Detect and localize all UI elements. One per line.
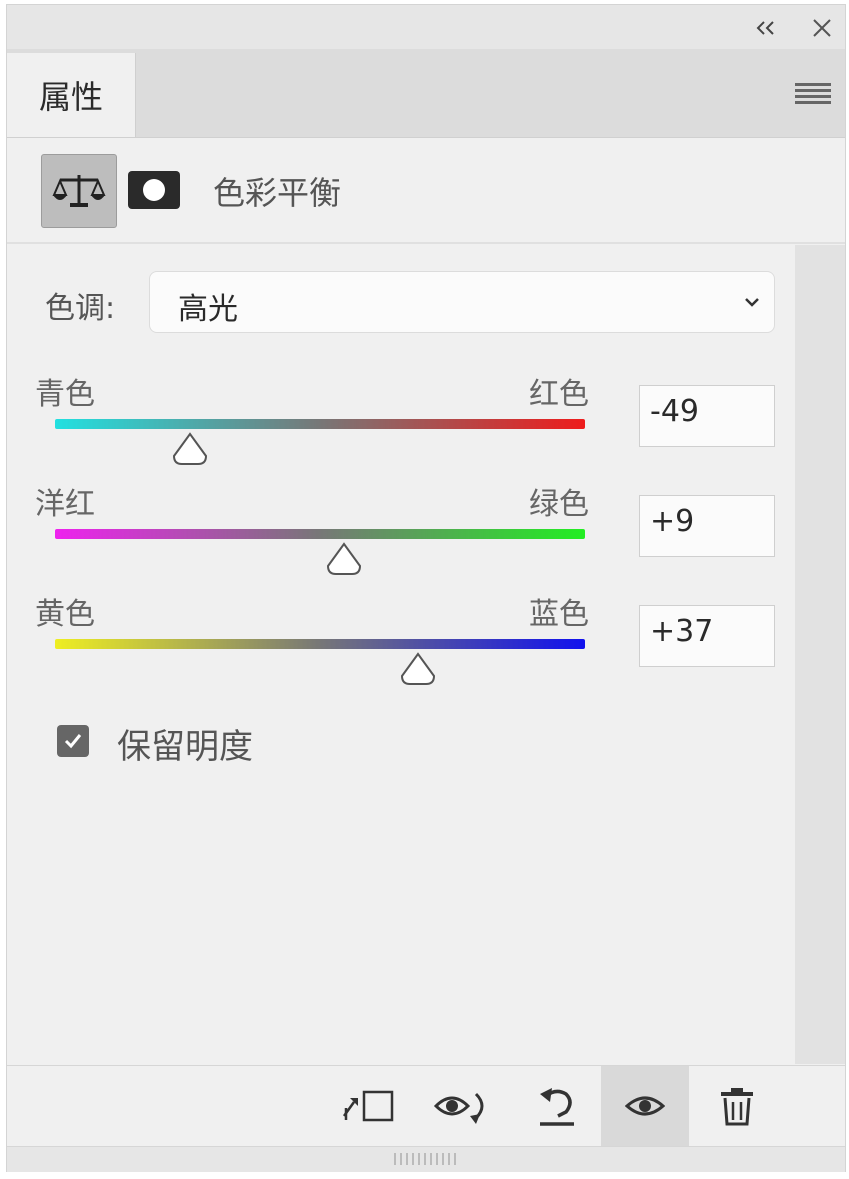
tab-properties[interactable]: 属性 [7, 53, 136, 137]
panel-titlebar [7, 5, 845, 49]
preserve-luminosity-label: 保留明度 [117, 727, 253, 767]
cyan-red-slider-track[interactable] [55, 419, 585, 429]
tone-selected-value: 高光 [178, 292, 238, 327]
collapse-button[interactable] [749, 11, 783, 45]
slider-cyan-label: 青色 [35, 377, 95, 412]
mask-icon [128, 171, 180, 209]
reset-button[interactable] [513, 1066, 601, 1146]
slider-magenta-label: 洋红 [35, 487, 95, 522]
clip-to-layer-button[interactable] [325, 1066, 413, 1146]
chevron-down-icon [745, 298, 759, 307]
balance-scale-icon [52, 175, 106, 207]
magenta-green-slider-thumb[interactable] [324, 542, 364, 576]
tone-dropdown[interactable]: 高光 [149, 271, 775, 333]
close-icon [813, 19, 831, 37]
cyan-red-value-input[interactable]: -49 [639, 385, 775, 447]
slider-red-label: 红色 [529, 377, 589, 412]
delete-trash-icon [721, 1088, 753, 1126]
cyan-red-slider-thumb[interactable] [170, 432, 210, 466]
panel-resize-bar[interactable] [7, 1146, 845, 1172]
tab-bar: 属性 [7, 49, 845, 138]
yellow-blue-slider-track[interactable] [55, 639, 585, 649]
slider-yellow-label: 黄色 [35, 597, 95, 632]
adjustment-settings-button[interactable] [41, 154, 117, 228]
adjustment-title: 色彩平衡 [213, 174, 342, 212]
visibility-eye-icon [625, 1096, 665, 1116]
reset-icon [540, 1088, 574, 1126]
resize-grip-icon[interactable] [394, 1153, 460, 1165]
slider-green-label: 绿色 [529, 487, 589, 522]
yellow-blue-slider-thumb[interactable] [398, 652, 438, 686]
scrollbar-track[interactable] [795, 245, 845, 1064]
view-previous-state-button[interactable] [419, 1066, 507, 1146]
clip-to-layer-icon [342, 1090, 394, 1122]
mask-settings-button[interactable] [127, 170, 181, 210]
magenta-green-slider-track[interactable] [55, 529, 585, 539]
footer-toolbar [7, 1065, 845, 1146]
view-previous-state-icon [433, 1092, 484, 1124]
hamburger-menu-icon [795, 83, 831, 104]
checkmark-icon [64, 734, 82, 749]
preserve-luminosity-checkbox[interactable] [57, 725, 89, 757]
slider-blue-label: 蓝色 [529, 597, 589, 632]
visibility-toggle-button[interactable] [601, 1066, 689, 1146]
double-chevron-left-icon [756, 21, 774, 35]
tab-properties-label: 属性 [38, 78, 103, 116]
properties-panel: 属性 色彩平衡 色调: 高光 青色 红色 -49 洋红 绿色 +9 黄色 蓝色 … [6, 4, 846, 1172]
yellow-blue-value-input[interactable]: +37 [639, 605, 775, 667]
panel-menu-button[interactable] [793, 77, 833, 109]
delete-button[interactable] [693, 1066, 781, 1146]
tone-label: 色调: [45, 291, 116, 326]
magenta-green-value-input[interactable]: +9 [639, 495, 775, 557]
adjustment-header: 色彩平衡 [7, 138, 845, 244]
close-button[interactable] [805, 11, 839, 45]
